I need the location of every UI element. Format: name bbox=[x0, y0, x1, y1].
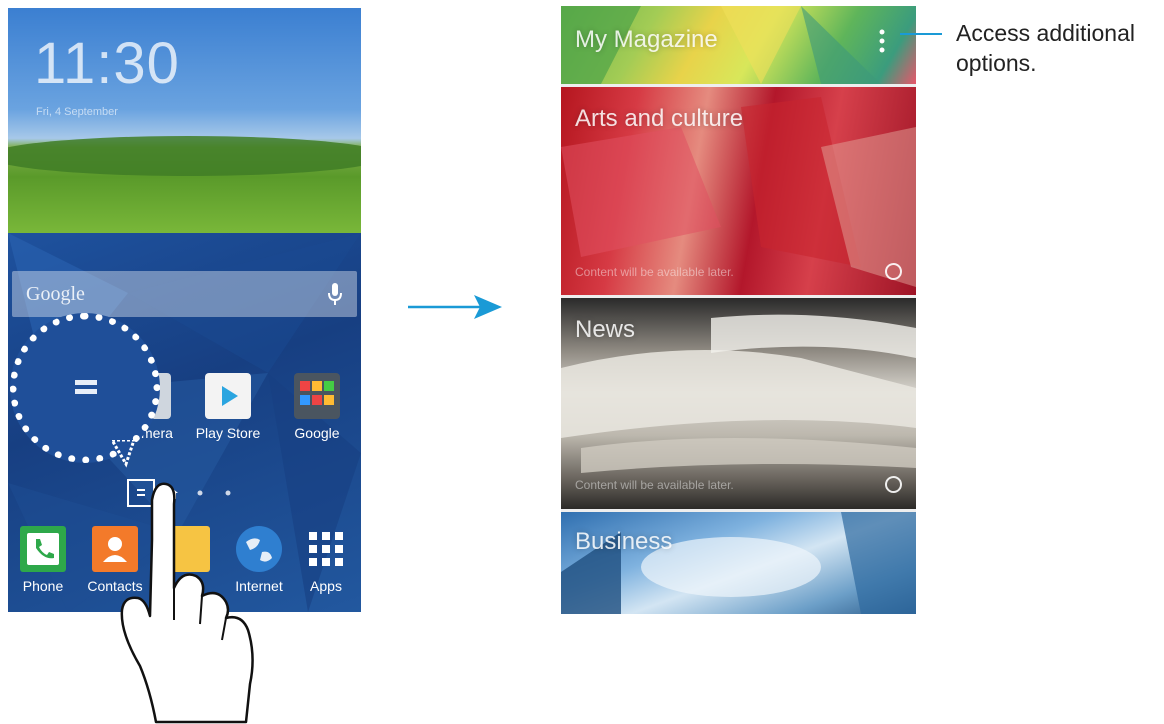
panel-circle-icon bbox=[885, 476, 902, 493]
app-play-store[interactable]: Play Store bbox=[193, 373, 263, 441]
phone-icon bbox=[20, 526, 66, 572]
callout-leader-line bbox=[900, 33, 942, 35]
wallpaper: 11:30 Fri, 4 September bbox=[8, 8, 361, 233]
panel-arts-and-culture[interactable]: Arts and culture Content will be availab… bbox=[561, 87, 916, 295]
app-label: Play Store bbox=[195, 425, 261, 441]
callout-text: Access additional options. bbox=[956, 20, 1135, 76]
panel-note: Content will be available later. bbox=[575, 478, 734, 492]
date: Fri, 4 September bbox=[36, 106, 118, 118]
more-options-icon[interactable] bbox=[878, 28, 886, 54]
magazine-title: My Magazine bbox=[575, 26, 718, 53]
my-magazine-screen: My Magazine Arts and culture Content wil… bbox=[561, 6, 916, 614]
dock-phone[interactable]: Phone bbox=[8, 526, 78, 594]
microphone-icon[interactable] bbox=[327, 282, 343, 306]
app-label: Apps bbox=[310, 578, 342, 594]
panel-news[interactable]: News Content will be available later. bbox=[561, 298, 916, 509]
app-google-folder[interactable]: Google bbox=[282, 373, 352, 441]
panel-note: Content will be available later. bbox=[575, 265, 734, 279]
panel-title: Arts and culture bbox=[575, 105, 744, 132]
panel-title: Business bbox=[575, 528, 673, 555]
clock: 11:30 bbox=[34, 31, 180, 96]
dock-apps[interactable]: Apps bbox=[291, 526, 361, 594]
play-store-icon bbox=[205, 373, 251, 419]
apps-grid-icon bbox=[303, 526, 349, 572]
panel-circle-icon bbox=[885, 263, 902, 280]
transition-arrow-icon bbox=[408, 295, 502, 319]
magnifier-tail bbox=[112, 440, 136, 468]
pointing-hand-icon bbox=[120, 482, 254, 724]
google-search-bar[interactable]: Google bbox=[12, 271, 357, 317]
search-label: Google bbox=[26, 283, 85, 305]
app-label: Google bbox=[294, 425, 340, 441]
magazine-page-icon bbox=[75, 380, 97, 394]
app-label: Phone bbox=[22, 578, 64, 594]
my-magazine-header: My Magazine bbox=[561, 6, 916, 84]
google-folder-icon bbox=[294, 373, 340, 419]
wallpaper-hill bbox=[8, 136, 361, 176]
panel-title: News bbox=[575, 316, 636, 343]
panel-business[interactable]: Business bbox=[561, 512, 916, 614]
